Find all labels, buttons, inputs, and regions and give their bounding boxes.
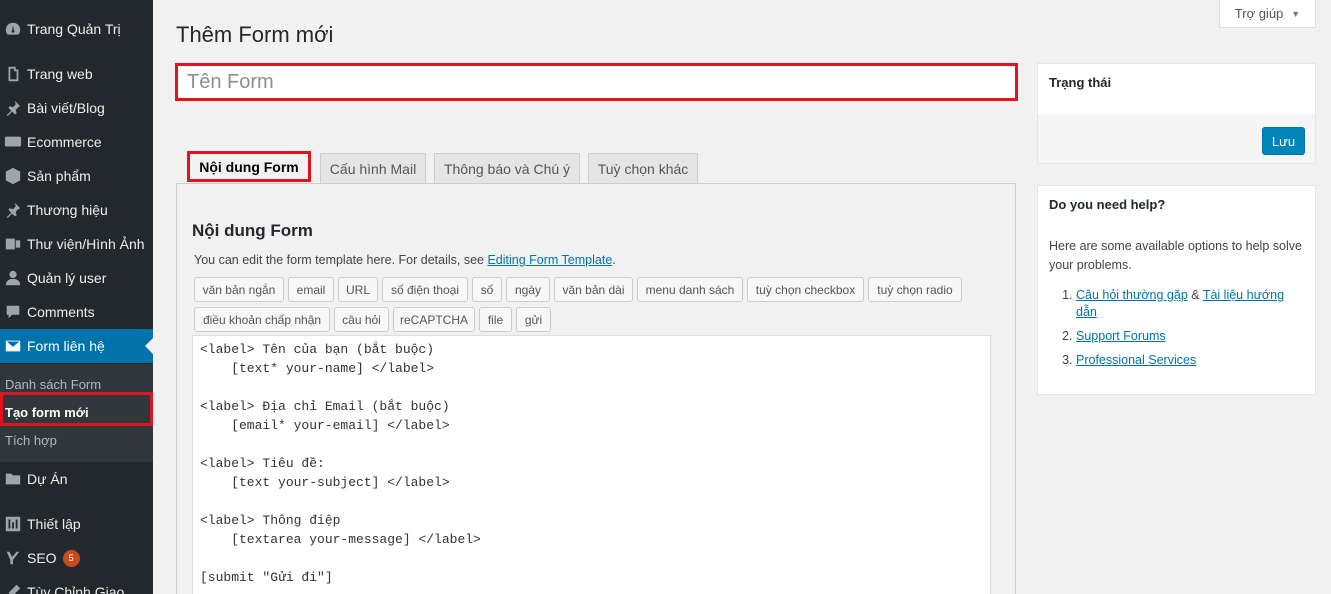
woo-icon [0,133,27,151]
save-button[interactable]: Lưu [1262,127,1305,155]
tag-button-email[interactable]: email [288,277,334,302]
box-icon [0,167,27,185]
tag-button-url[interactable]: URL [338,277,378,302]
help-tab-button[interactable]: Trợ giúp ▼ [1219,0,1316,28]
sidebar-item-label: Sản phẩm [27,168,91,184]
sidebar-item-label: Thư viện/Hình Ảnh [27,236,145,252]
appearance-icon [0,583,27,594]
help-box-title: Do you need help? [1049,197,1166,212]
sidebar-item-products[interactable]: Sản phẩm [0,159,153,193]
tab-mail-config[interactable]: Cấu hình Mail [320,153,426,184]
status-box-title: Trạng thái [1049,75,1112,90]
list-item: Support Forums [1076,328,1307,345]
tag-button-submit[interactable]: gửi [516,307,551,332]
help-links-list: Câu hỏi thường gặp & Tài liệu hướng dẫn … [1062,287,1307,376]
comment-icon [0,303,27,321]
help-tab-label: Trợ giúp [1234,6,1284,21]
tag-button-file[interactable]: file [479,307,512,332]
tag-button-number[interactable]: số [472,277,502,302]
sidebar-item-media[interactable]: Thư viện/Hình Ảnh [0,227,153,261]
page-title: Thêm Form mới [176,22,334,47]
seo-badge: 5 [62,549,80,567]
tag-button-tel[interactable]: số điện thoại [382,277,468,302]
professional-services-link[interactable]: Professional Services [1076,353,1196,367]
folder-icon [0,470,27,488]
list-item: Câu hỏi thường gặp & Tài liệu hướng dẫn [1076,287,1307,321]
tag-button-text[interactable]: văn bản ngắn [194,277,284,302]
sidebar-item-label: Form liên hệ [27,338,105,354]
tag-button-date[interactable]: ngày [506,277,550,302]
sidebar-item-seo[interactable]: SEO 5 [0,541,153,575]
sidebar-item-contact-form[interactable]: Form liên hệ [0,329,153,363]
panel-title: Nội dung Form [192,221,313,240]
tab-form-content[interactable]: Nội dung Form [187,151,311,182]
sidebar-item-label: Ecommerce [27,134,102,150]
pages-icon [0,65,27,83]
help-box-description: Here are some available options to help … [1049,239,1302,272]
sidebar-item-ecommerce[interactable]: Ecommerce [0,125,153,159]
sidebar-item-projects[interactable]: Dự Án [0,462,153,496]
admin-sidebar: Trang Quản Trị Trang web Bài viết/Blog E… [0,0,153,594]
tag-button-textarea[interactable]: văn bản dài [554,277,633,302]
sidebar-item-comments[interactable]: Comments [0,295,153,329]
pin-icon [0,99,27,117]
panel-description: You can edit the form template here. For… [194,253,616,267]
seo-icon [0,549,27,567]
sidebar-item-pages[interactable]: Trang web [0,57,153,91]
status-box-header: Trạng thái [1038,64,1315,116]
status-box: Trạng thái Lưu [1037,63,1316,164]
sidebar-item-settings[interactable]: Thiết lập [0,507,153,541]
status-box-actions: Lưu [1038,116,1315,163]
sidebar-item-label: Bài viết/Blog [27,100,105,116]
tab-messages[interactable]: Thông báo và Chú ý [434,153,580,184]
tag-button-checkbox[interactable]: tuỳ chọn checkbox [747,277,864,302]
panel-description-end: . [612,253,616,267]
highlight-new-form [0,392,153,426]
editing-form-template-link[interactable]: Editing Form Template [487,253,612,267]
sidebar-item-label: Trang web [27,66,93,82]
tag-button-menu[interactable]: menu danh sách [637,277,743,302]
caret-down-icon: ▼ [1291,8,1301,19]
sidebar-item-users[interactable]: Quản lý user [0,261,153,295]
faq-link[interactable]: Câu hỏi thường gặp [1076,288,1188,302]
settings-icon [0,515,27,533]
tab-other-options[interactable]: Tuỳ chọn khác [588,153,698,184]
tag-button-quiz[interactable]: câu hỏi [334,307,389,332]
tag-button-recaptcha[interactable]: reCAPTCHA [393,307,475,332]
sidebar-item-dashboard[interactable]: Trang Quản Trị [0,12,153,46]
form-template-editor[interactable]: <label> Tên của bạn (bắt buộc) [text* yo… [192,335,991,594]
form-title-input[interactable] [175,63,1018,101]
submenu-item-integration[interactable]: Tích hợp [5,433,57,448]
sidebar-item-brands[interactable]: Thương hiệu [0,193,153,227]
media-icon [0,235,27,253]
help-box: Do you need help? Here are some availabl… [1037,185,1316,395]
sidebar-item-appearance[interactable]: Tùy Chỉnh Giao [0,575,153,594]
sidebar-item-label: Thiết lập [27,516,81,532]
tag-button-radio[interactable]: tuỳ chọn radio [868,277,962,302]
sidebar-item-label: Comments [27,304,95,320]
sidebar-item-label: Dự Án [27,471,68,487]
user-icon [0,269,27,287]
submenu-item-form-list[interactable]: Danh sách Form [5,377,101,392]
support-forums-link[interactable]: Support Forums [1076,329,1166,343]
dashboard-icon [0,20,27,38]
panel-description-text: You can edit the form template here. For… [194,253,488,267]
pin-icon [0,201,27,219]
tag-button-acceptance[interactable]: điều khoản chấp nhận [194,307,330,332]
sidebar-item-label: Trang Quản Trị [27,21,121,37]
mail-icon [0,337,27,355]
link-separator: & [1187,288,1203,302]
list-item: Professional Services [1076,352,1307,369]
sidebar-item-label: SEO [27,550,57,566]
sidebar-item-posts[interactable]: Bài viết/Blog [0,91,153,125]
sidebar-item-label: Tùy Chỉnh Giao [27,584,125,594]
sidebar-item-label: Quản lý user [27,270,107,286]
sidebar-item-label: Thương hiệu [27,202,108,218]
